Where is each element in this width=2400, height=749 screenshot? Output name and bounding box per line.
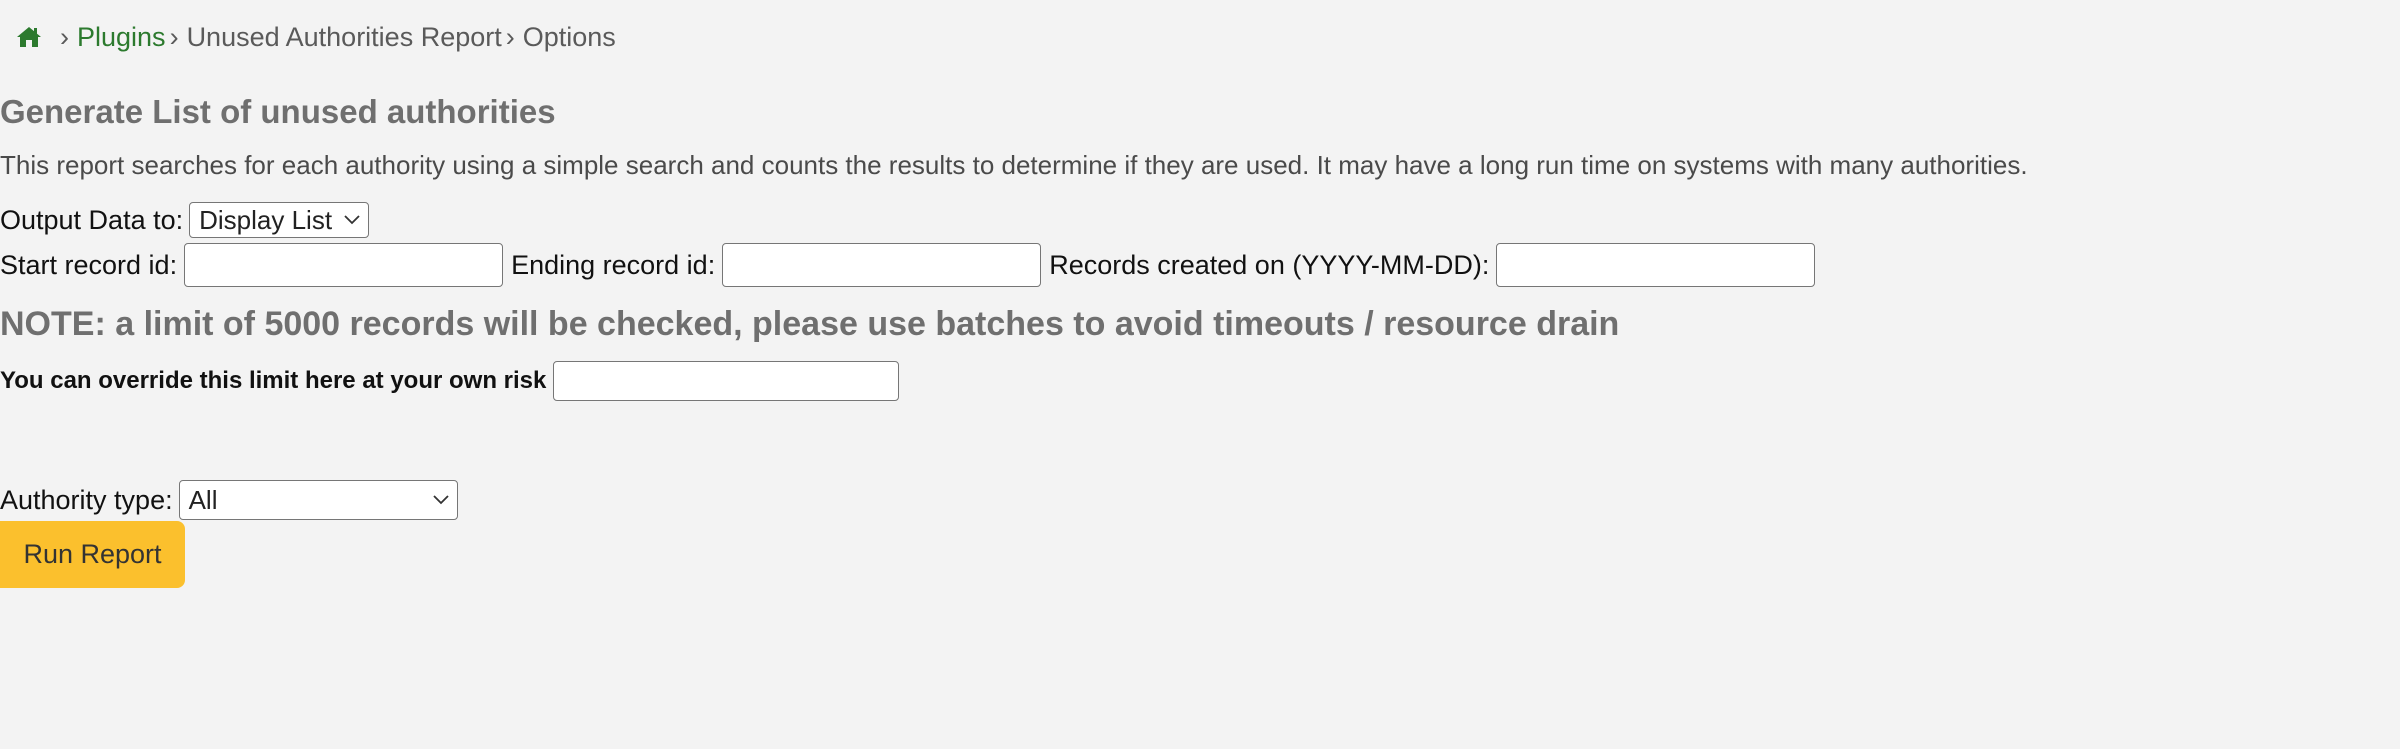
authority-type-select[interactable]: All: [178, 480, 458, 520]
start-record-label: Start record id:: [0, 249, 178, 280]
page-title: Generate List of unused authorities: [0, 93, 556, 130]
output-label: Output Data to:: [0, 204, 184, 235]
record-range-row: Start record id: Ending record id: Recor…: [0, 243, 1823, 287]
run-report-button[interactable]: Run Report: [0, 521, 185, 588]
home-icon[interactable]: [16, 25, 42, 49]
override-limit-input[interactable]: [553, 361, 900, 401]
output-select[interactable]: Display List: [189, 202, 370, 238]
breadcrumb-separator: ›: [60, 21, 69, 52]
limit-note: NOTE: a limit of 5000 records will be ch…: [0, 305, 1620, 343]
records-created-label: Records created on (YYYY-MM-DD):: [1049, 249, 1490, 280]
records-created-input[interactable]: [1496, 243, 1816, 287]
override-row: You can override this limit here at your…: [0, 361, 907, 401]
authority-type-value: All: [188, 484, 218, 515]
authority-type-label: Authority type:: [0, 484, 173, 515]
report-description: This report searches for each authority …: [0, 150, 2028, 180]
override-label: You can override this limit here at your…: [0, 367, 547, 394]
ending-record-input[interactable]: [722, 243, 1042, 287]
breadcrumb: › Plugins › Unused Authorities Report › …: [16, 18, 616, 56]
chevron-down-icon: [432, 495, 449, 505]
breadcrumb-separator: ›: [505, 21, 515, 52]
authority-row: Authority type: All: [0, 480, 458, 520]
start-record-input[interactable]: [184, 243, 504, 287]
ending-record-label: Ending record id:: [511, 249, 716, 280]
breadcrumb-report: Unused Authorities Report: [186, 21, 502, 52]
output-row: Output Data to: Display List: [0, 202, 370, 238]
breadcrumb-separator: ›: [169, 21, 179, 52]
breadcrumb-options: Options: [522, 21, 616, 52]
breadcrumb-plugins-link[interactable]: Plugins: [77, 22, 166, 53]
chevron-down-icon: [344, 215, 360, 225]
output-select-value: Display List: [199, 204, 333, 235]
